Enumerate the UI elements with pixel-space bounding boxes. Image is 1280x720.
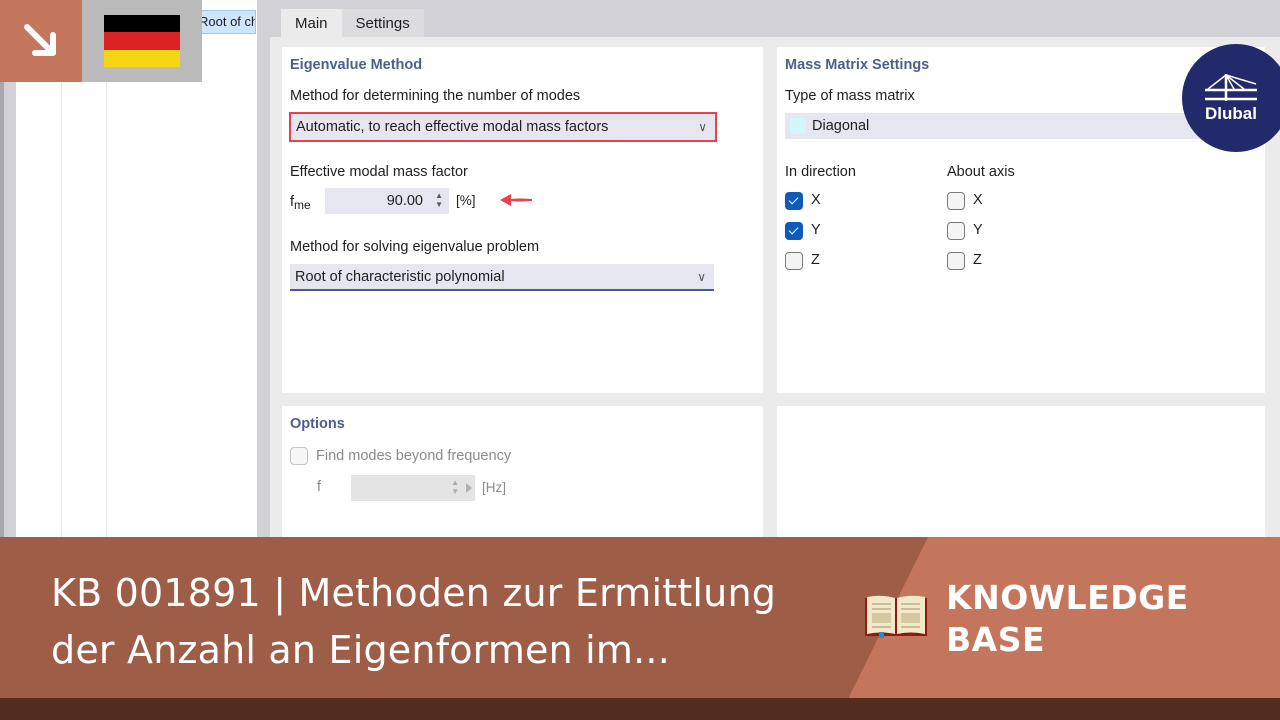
direction-label: In direction	[785, 164, 856, 180]
find-modes-checkbox[interactable]	[290, 447, 308, 465]
frequency-unit: [Hz]	[482, 480, 507, 495]
germany-flag-icon	[104, 15, 180, 67]
mass-factor-spinner[interactable]: 90.00 ▲ ▼	[325, 188, 449, 214]
logo-text: Dlubal	[1205, 104, 1257, 123]
direction-z-label: Z	[811, 252, 820, 268]
play-icon[interactable]	[466, 483, 472, 493]
axis-y-label: Y	[973, 222, 983, 238]
banner-footer-strip	[0, 698, 1280, 720]
direction-y-label: Y	[811, 222, 821, 238]
frequency-spinner[interactable]: ▲ ▼	[351, 475, 475, 501]
eigenvalue-method-panel: Eigenvalue Method Method for determining…	[282, 47, 763, 393]
num-modes-label: Method for determining the number of mod…	[290, 88, 581, 104]
arrow-down-right-icon	[24, 24, 56, 56]
solve-method-value: Root of characteristic polynomial	[295, 269, 505, 285]
tab-main[interactable]: Main	[281, 9, 342, 37]
red-arrow-annotation-icon	[500, 194, 532, 206]
axis-z-checkbox[interactable]	[947, 252, 965, 270]
mass-factor-label: Effective modal mass factor	[290, 164, 468, 180]
corner-badge	[0, 0, 82, 82]
axis-x-label: X	[973, 192, 983, 208]
panel-title: Options	[290, 416, 345, 432]
axis-z-label: Z	[973, 252, 982, 268]
modal-analysis-dialog: Main Settings Eigenvalue Method Method f…	[270, 0, 1280, 540]
direction-x-label: X	[811, 192, 821, 208]
direction-y-checkbox[interactable]	[785, 222, 803, 240]
article-title: KB 001891 | Methoden zur Ermittlung der …	[51, 571, 777, 672]
color-swatch	[790, 118, 806, 134]
language-badge	[82, 0, 202, 82]
chevron-down-icon: ∨	[697, 270, 706, 284]
find-modes-label: Find modes beyond frequency	[316, 448, 512, 464]
open-book-icon	[865, 595, 927, 638]
options-panel: Options Find modes beyond frequency f ▲ ▼…	[282, 406, 763, 540]
tabs: Main Settings	[281, 9, 424, 37]
mass-factor-unit: [%]	[456, 193, 476, 208]
mass-matrix-type-value: Diagonal	[812, 118, 870, 134]
panel-title: Mass Matrix Settings	[785, 57, 930, 73]
axis-label: About axis	[947, 164, 1015, 180]
spinner-arrows-icon[interactable]: ▲ ▼	[451, 478, 459, 496]
panel-title: Eigenvalue Method	[290, 57, 423, 73]
num-modes-value: Automatic, to reach effective modal mass…	[296, 119, 609, 135]
mass-factor-symbol: fme	[290, 194, 311, 212]
mass-factor-value: 90.00	[386, 193, 423, 209]
tab-settings[interactable]: Settings	[341, 9, 424, 37]
num-modes-dropdown[interactable]: Automatic, to reach effective modal mass…	[289, 112, 717, 142]
category-label: KNOWLEDGE BASE	[946, 578, 1189, 659]
axis-x-checkbox[interactable]	[947, 192, 965, 210]
spinner-arrows-icon[interactable]: ▲ ▼	[435, 191, 443, 209]
frequency-symbol: f	[317, 479, 322, 495]
mass-matrix-type-label: Type of mass matrix	[785, 88, 915, 104]
empty-panel	[777, 406, 1265, 540]
splitter[interactable]	[257, 0, 270, 540]
solve-method-label: Method for solving eigenvalue problem	[290, 239, 540, 255]
solve-method-dropdown[interactable]: Root of characteristic polynomial ∨	[290, 264, 714, 291]
direction-x-checkbox[interactable]	[785, 192, 803, 210]
direction-z-checkbox[interactable]	[785, 252, 803, 270]
bridge-logo-icon	[1205, 74, 1257, 101]
tree-item-selected[interactable]: Root of chs	[196, 10, 256, 34]
dlubal-logo: Dlubal	[1182, 44, 1280, 152]
chevron-down-icon: ∨	[698, 120, 707, 134]
axis-y-checkbox[interactable]	[947, 222, 965, 240]
